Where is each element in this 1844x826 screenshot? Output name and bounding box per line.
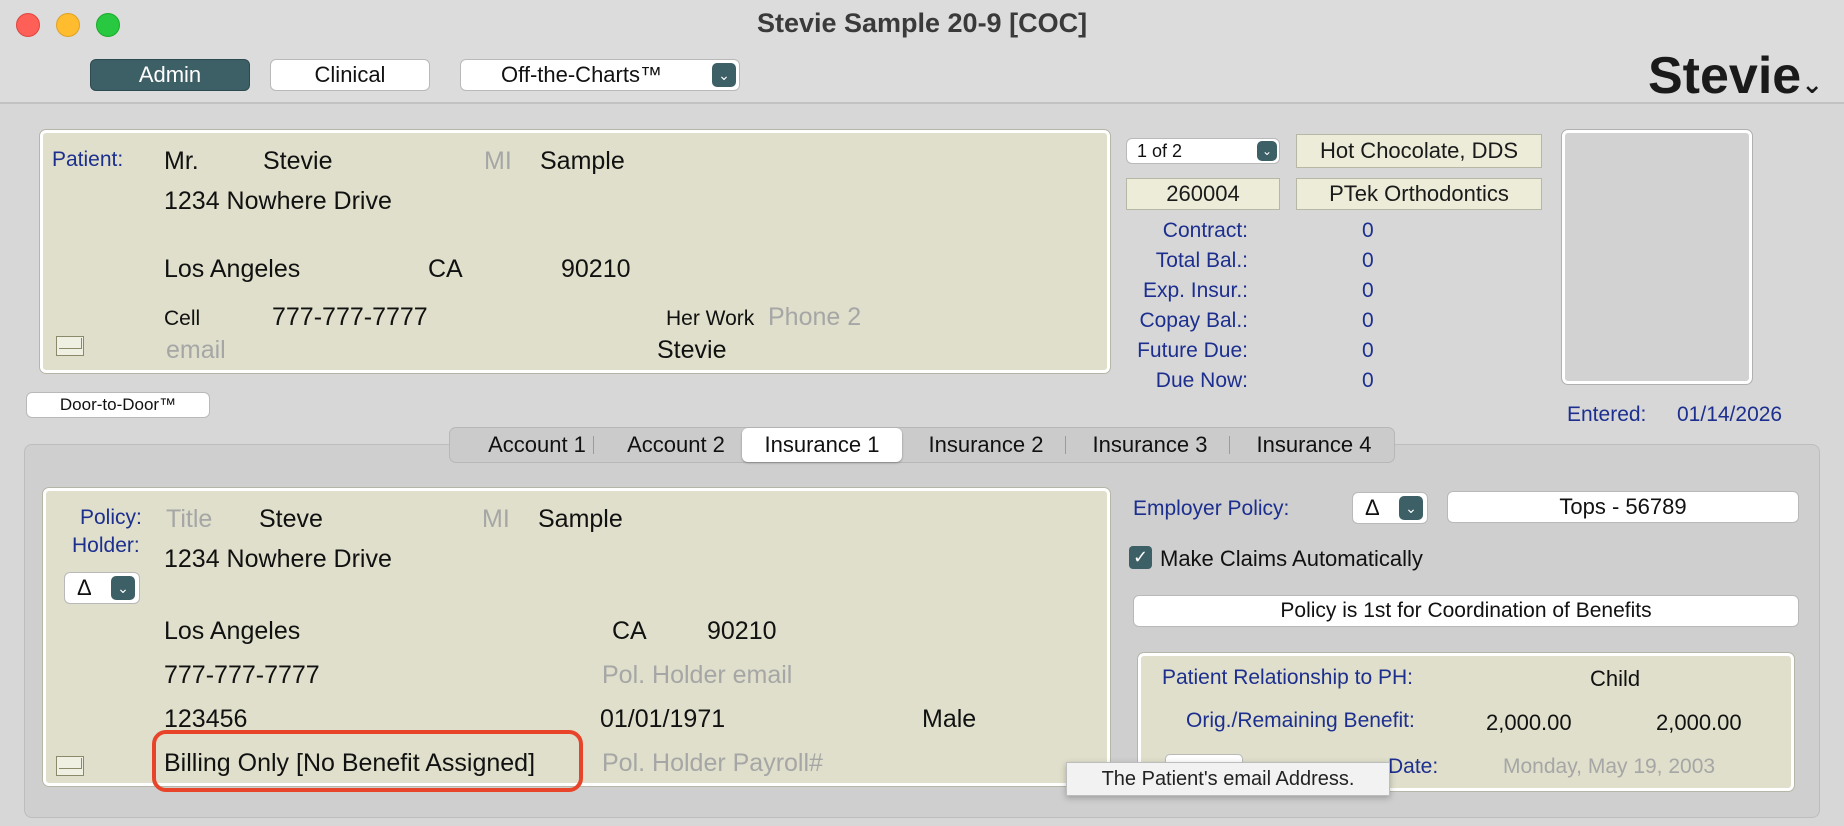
relationship-label: Patient Relationship to PH: bbox=[1162, 666, 1413, 689]
make-claims-checkbox[interactable]: ✓ bbox=[1129, 546, 1152, 569]
ph-address[interactable]: 1234 Nowhere Drive bbox=[164, 545, 392, 574]
employer-policy-label: Employer Policy: bbox=[1133, 497, 1290, 520]
contract-label: Contract: bbox=[1162, 219, 1248, 242]
patient-label: Patient: bbox=[52, 148, 124, 171]
ph-dob[interactable]: 01/01/1971 bbox=[600, 705, 725, 734]
ph-billing-status[interactable]: Billing Only [No Benefit Assigned] bbox=[164, 749, 535, 778]
envelope-icon[interactable] bbox=[56, 336, 84, 356]
patient-mi-field[interactable]: MI bbox=[484, 147, 512, 176]
patient-last-name[interactable]: Sample bbox=[540, 147, 625, 176]
tab-separator bbox=[593, 436, 594, 454]
envelope-icon[interactable] bbox=[56, 756, 84, 776]
tab-insurance-3[interactable]: Insurance 3 bbox=[1068, 428, 1232, 462]
future-due-label: Future Due: bbox=[1137, 339, 1248, 362]
patient-state[interactable]: CA bbox=[428, 255, 463, 284]
chevron-down-icon[interactable]: ⌄ bbox=[1257, 141, 1277, 161]
chevron-down-icon[interactable]: ⌄ bbox=[712, 63, 736, 87]
tab-bar: Account 1 Account 2 Insurance 1 Insuranc… bbox=[449, 427, 1395, 463]
ph-zip[interactable]: 90210 bbox=[707, 617, 777, 646]
off-the-charts-label: Off-the-Charts™ bbox=[501, 62, 662, 87]
patient-nickname[interactable]: Stevie bbox=[657, 336, 726, 365]
ph-first-name[interactable]: Steve bbox=[259, 505, 323, 534]
patient-zip[interactable]: 90210 bbox=[561, 255, 631, 284]
tab-insurance-2[interactable]: Insurance 2 bbox=[906, 428, 1066, 462]
benefit-remaining[interactable]: 2,000.00 bbox=[1656, 710, 1742, 736]
off-the-charts-dropdown[interactable]: Off-the-Charts™ bbox=[460, 59, 740, 91]
expected-insurance-value: 0 bbox=[1362, 279, 1374, 302]
ph-last-name[interactable]: Sample bbox=[538, 505, 623, 534]
copay-balance-label: Copay Bal.: bbox=[1139, 309, 1248, 332]
brand-label: Stevie bbox=[1648, 47, 1802, 105]
ph-gender[interactable]: Male bbox=[922, 705, 976, 734]
email-tooltip: The Patient's email Address. bbox=[1066, 762, 1390, 796]
window-title: Stevie Sample 20-9 [COC] bbox=[756, 8, 1088, 38]
ph-phone[interactable]: 777-777-7777 bbox=[164, 661, 320, 690]
tab-insurance-4[interactable]: Insurance 4 bbox=[1232, 428, 1396, 462]
ph-email-field[interactable]: Pol. Holder email bbox=[602, 661, 792, 690]
practice-field[interactable]: PTek Orthodontics bbox=[1296, 178, 1542, 210]
doctor-field[interactable]: Hot Chocolate, DDS bbox=[1296, 134, 1542, 168]
chevron-down-icon: ⌄ bbox=[1801, 69, 1824, 99]
expected-insurance-label: Exp. Insur.: bbox=[1142, 279, 1248, 302]
relationship-value[interactable]: Child bbox=[1590, 666, 1640, 692]
patient-address[interactable]: 1234 Nowhere Drive bbox=[164, 187, 392, 216]
account-number-field[interactable]: 260004 bbox=[1126, 178, 1280, 210]
make-claims-label: Make Claims Automatically bbox=[1160, 546, 1423, 571]
patient-prefix[interactable]: Mr. bbox=[164, 147, 199, 176]
policy-label: Policy: bbox=[80, 506, 142, 529]
ph-delta-label: Δ bbox=[77, 575, 92, 600]
holder-label: Holder: bbox=[72, 534, 140, 557]
ph-payroll-field[interactable]: Pol. Holder Payroll# bbox=[602, 749, 823, 778]
ph-state[interactable]: CA bbox=[612, 617, 647, 646]
entered-label: Entered: bbox=[1567, 403, 1647, 426]
total-balance-label: Total Bal.: bbox=[1155, 249, 1248, 272]
entered-date: 01/14/2026 bbox=[1677, 403, 1783, 426]
tab-account-2[interactable]: Account 2 bbox=[606, 428, 746, 462]
patient-first-name[interactable]: Stevie bbox=[263, 147, 332, 176]
phone1-label: Cell bbox=[164, 307, 201, 330]
employer-policy-field[interactable]: Tops - 56789 bbox=[1447, 491, 1799, 523]
benefit-label: Orig./Remaining Benefit: bbox=[1186, 709, 1415, 732]
tab-separator bbox=[1065, 436, 1066, 454]
ph-title-field[interactable]: Title bbox=[166, 505, 212, 534]
tab-account-1[interactable]: Account 1 bbox=[462, 428, 612, 462]
due-now-value: 0 bbox=[1362, 369, 1374, 392]
patient-email-field[interactable]: email bbox=[166, 336, 226, 365]
chevron-down-icon[interactable]: ⌄ bbox=[111, 576, 135, 600]
total-balance-value: 0 bbox=[1362, 249, 1374, 272]
next-claim-date[interactable]: Monday, May 19, 2003 bbox=[1503, 755, 1715, 779]
patient-city[interactable]: Los Angeles bbox=[164, 255, 300, 284]
door-to-door-button[interactable]: Door-to-Door™ bbox=[26, 392, 210, 418]
contract-value: 0 bbox=[1362, 219, 1374, 242]
brand-logo[interactable]: Stevie⌄ bbox=[1648, 46, 1823, 106]
account-selector-label: 1 of 2 bbox=[1137, 141, 1183, 161]
patient-phone1[interactable]: 777-777-7777 bbox=[272, 303, 428, 332]
employer-delta-label: Δ bbox=[1365, 495, 1380, 520]
tab-insurance-1[interactable]: Insurance 1 bbox=[742, 428, 902, 462]
ph-mi-field[interactable]: MI bbox=[482, 505, 510, 534]
patient-photo[interactable] bbox=[1562, 130, 1752, 384]
due-now-label: Due Now: bbox=[1155, 369, 1248, 392]
benefit-original[interactable]: 2,000.00 bbox=[1486, 710, 1572, 736]
tab-separator bbox=[1229, 436, 1230, 454]
chevron-down-icon[interactable]: ⌄ bbox=[1399, 496, 1423, 520]
clinical-button[interactable]: Clinical bbox=[270, 59, 430, 91]
ph-city[interactable]: Los Angeles bbox=[164, 617, 300, 646]
next-claim-label: Date: bbox=[1388, 755, 1439, 778]
copay-balance-value: 0 bbox=[1362, 309, 1374, 332]
coordination-field[interactable]: Policy is 1st for Coordination of Benefi… bbox=[1133, 595, 1799, 627]
patient-phone2-field[interactable]: Phone 2 bbox=[768, 303, 861, 332]
admin-button[interactable]: Admin bbox=[90, 59, 250, 91]
phone2-label: Her Work bbox=[666, 307, 755, 330]
future-due-value: 0 bbox=[1362, 339, 1374, 362]
